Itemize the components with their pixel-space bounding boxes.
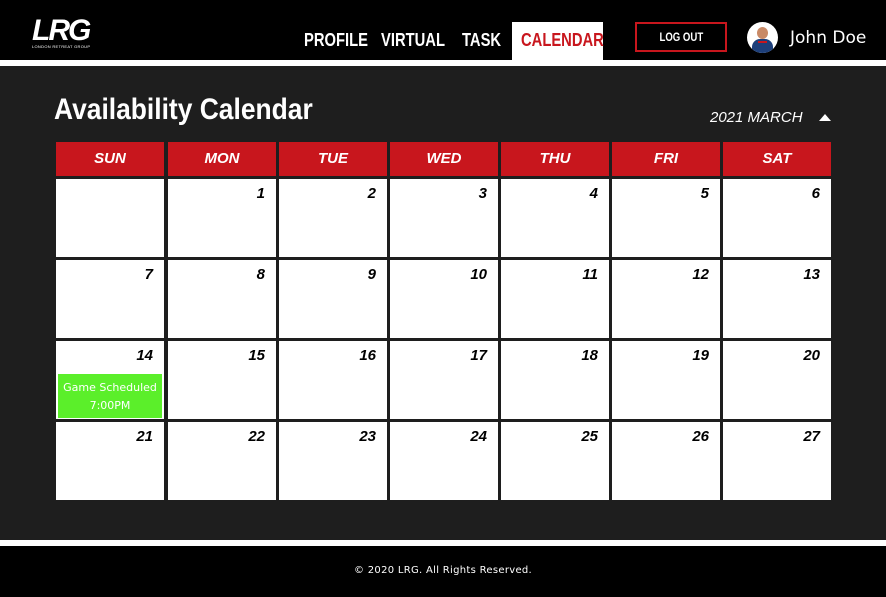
day-number: 10 bbox=[470, 266, 487, 283]
lrg-logo[interactable]: LRG LONDON RETREAT GROUP bbox=[32, 14, 108, 50]
top-nav-bar: LRG LONDON RETREAT GROUP PROFILE VIRTUAL… bbox=[0, 0, 886, 62]
calendar-day-4[interactable]: 4 bbox=[501, 179, 609, 257]
weekday-header-sat: SAT bbox=[723, 142, 831, 176]
logout-label: LOG OUT bbox=[659, 30, 703, 44]
logo-text: LRG bbox=[32, 14, 91, 47]
calendar-day-24[interactable]: 24 bbox=[390, 422, 498, 500]
calendar-day-20[interactable]: 20 bbox=[723, 341, 831, 419]
day-number: 27 bbox=[803, 428, 820, 445]
calendar-day-7[interactable]: 7 bbox=[56, 260, 164, 338]
day-number: 15 bbox=[248, 347, 265, 364]
calendar-day-14[interactable]: 14 Game Scheduled 7:00PM bbox=[56, 341, 164, 419]
calendar-day-22[interactable]: 22 bbox=[168, 422, 276, 500]
calendar-day-16[interactable]: 16 bbox=[279, 341, 387, 419]
calendar-day-3[interactable]: 3 bbox=[390, 179, 498, 257]
calendar-day-1[interactable]: 1 bbox=[168, 179, 276, 257]
day-number: 4 bbox=[589, 185, 598, 202]
calendar-day-17[interactable]: 17 bbox=[390, 341, 498, 419]
day-number: 2 bbox=[367, 185, 376, 202]
weekday-header-fri: FRI bbox=[612, 142, 720, 176]
weekday-header-mon: MON bbox=[168, 142, 276, 176]
copyright-text: © 2020 LRG. All Rights Reserved. bbox=[353, 565, 533, 576]
day-number: 17 bbox=[470, 347, 487, 364]
logout-button[interactable]: LOG OUT bbox=[635, 22, 727, 52]
availability-calendar: SUN MON TUE WED THU FRI SAT 1 2 3 4 5 6 7 8 9 10 11 12 13 14… bbox=[56, 142, 832, 502]
user-name[interactable]: John Doe bbox=[790, 28, 866, 48]
weekday-header-tue: TUE bbox=[279, 142, 387, 176]
calendar-day-empty[interactable] bbox=[56, 179, 164, 257]
day-number: 23 bbox=[359, 428, 376, 445]
calendar-day-9[interactable]: 9 bbox=[279, 260, 387, 338]
calendar-day-27[interactable]: 27 bbox=[723, 422, 831, 500]
day-number: 3 bbox=[478, 185, 487, 202]
nav-calendar-label: CALENDAR bbox=[521, 30, 604, 50]
footer: © 2020 LRG. All Rights Reserved. bbox=[0, 546, 886, 597]
calendar-day-19[interactable]: 19 bbox=[612, 341, 720, 419]
calendar-day-12[interactable]: 12 bbox=[612, 260, 720, 338]
calendar-day-5[interactable]: 5 bbox=[612, 179, 720, 257]
calendar-day-25[interactable]: 25 bbox=[501, 422, 609, 500]
day-number: 16 bbox=[359, 347, 376, 364]
calendar-day-10[interactable]: 10 bbox=[390, 260, 498, 338]
day-number: 7 bbox=[144, 266, 153, 283]
nav-calendar[interactable]: CALENDAR bbox=[512, 22, 604, 62]
event-time: 7:00PM bbox=[89, 399, 131, 412]
calendar-day-2[interactable]: 2 bbox=[279, 179, 387, 257]
day-number: 20 bbox=[803, 347, 820, 364]
day-number: 12 bbox=[692, 266, 709, 283]
calendar-day-15[interactable]: 15 bbox=[168, 341, 276, 419]
calendar-day-6[interactable]: 6 bbox=[723, 179, 831, 257]
day-number: 9 bbox=[367, 266, 376, 283]
day-number: 6 bbox=[811, 185, 820, 202]
event-title: Game Scheduled bbox=[63, 381, 157, 394]
day-number: 1 bbox=[256, 185, 265, 202]
calendar-day-26[interactable]: 26 bbox=[612, 422, 720, 500]
avatar-stripe bbox=[758, 41, 767, 43]
day-number: 5 bbox=[700, 185, 709, 202]
weekday-header-sun: SUN bbox=[56, 142, 164, 176]
user-avatar[interactable] bbox=[747, 22, 778, 53]
day-number: 11 bbox=[582, 266, 598, 283]
day-number: 18 bbox=[581, 347, 598, 364]
triangle-up-icon[interactable] bbox=[819, 114, 831, 121]
calendar-day-18[interactable]: 18 bbox=[501, 341, 609, 419]
day-number: 19 bbox=[692, 347, 709, 364]
calendar-day-8[interactable]: 8 bbox=[168, 260, 276, 338]
day-number: 25 bbox=[581, 428, 598, 445]
weekday-header-wed: WED bbox=[390, 142, 498, 176]
avatar-head bbox=[757, 27, 768, 39]
day-number: 14 bbox=[136, 347, 153, 364]
calendar-day-23[interactable]: 23 bbox=[279, 422, 387, 500]
day-number: 22 bbox=[248, 428, 265, 445]
calendar-day-21[interactable]: 21 bbox=[56, 422, 164, 500]
day-number: 21 bbox=[136, 428, 153, 445]
page-title: Availability Calendar bbox=[54, 93, 313, 126]
day-number: 8 bbox=[256, 266, 265, 283]
day-number: 24 bbox=[470, 428, 487, 445]
scheduled-event[interactable]: Game Scheduled 7:00PM bbox=[58, 374, 162, 418]
weekday-header-thu: THU bbox=[501, 142, 609, 176]
month-selector[interactable]: 2021 MARCH bbox=[710, 109, 803, 126]
calendar-day-13[interactable]: 13 bbox=[723, 260, 831, 338]
header-divider bbox=[0, 60, 886, 66]
day-number: 13 bbox=[803, 266, 820, 283]
day-number: 26 bbox=[692, 428, 709, 445]
logo-subtext: LONDON RETREAT GROUP bbox=[32, 44, 91, 49]
calendar-day-11[interactable]: 11 bbox=[501, 260, 609, 338]
